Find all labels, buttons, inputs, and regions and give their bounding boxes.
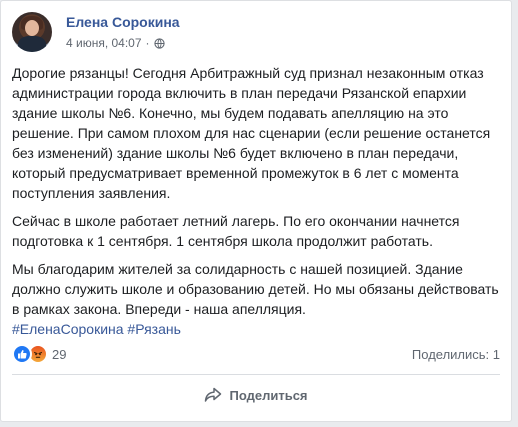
share-label: Поделиться (229, 387, 308, 403)
post-timestamp[interactable]: 4 июня, 04:07 (66, 36, 142, 50)
post-meta: 4 июня, 04:07 · (66, 36, 165, 50)
author-avatar[interactable] (12, 12, 52, 52)
reaction-summary[interactable]: 29 (12, 344, 66, 364)
post-paragraph: Дорогие рязанцы! Сегодня Арбитражный суд… (12, 65, 491, 201)
shares-count[interactable]: Поделились: 1 (412, 347, 500, 362)
post-body: Дорогие рязанцы! Сегодня Арбитражный суд… (12, 63, 502, 339)
reactions-row: 29 Поделились: 1 (12, 343, 500, 365)
hashtag-link[interactable]: #ЕленаСорокина (12, 321, 124, 337)
reaction-count: 29 (52, 346, 67, 362)
share-button[interactable]: Поделиться (12, 378, 500, 412)
divider (12, 374, 500, 375)
hashtag-link[interactable]: #Рязань (127, 321, 180, 337)
globe-icon[interactable] (153, 37, 165, 49)
post-paragraph: Сейчас в школе работает летний лагерь. П… (12, 213, 460, 249)
meta-separator: · (145, 36, 150, 50)
hashtags: #ЕленаСорокина #Рязань (12, 319, 502, 339)
share-arrow-icon (205, 387, 222, 402)
author-name[interactable]: Елена Сорокина (66, 14, 180, 30)
post-card: Елена Сорокина 4 июня, 04:07 · Дорогие р… (0, 0, 512, 422)
post-paragraph: Мы благодарим жителей за солидарность с … (12, 261, 499, 317)
like-icon (12, 344, 32, 364)
